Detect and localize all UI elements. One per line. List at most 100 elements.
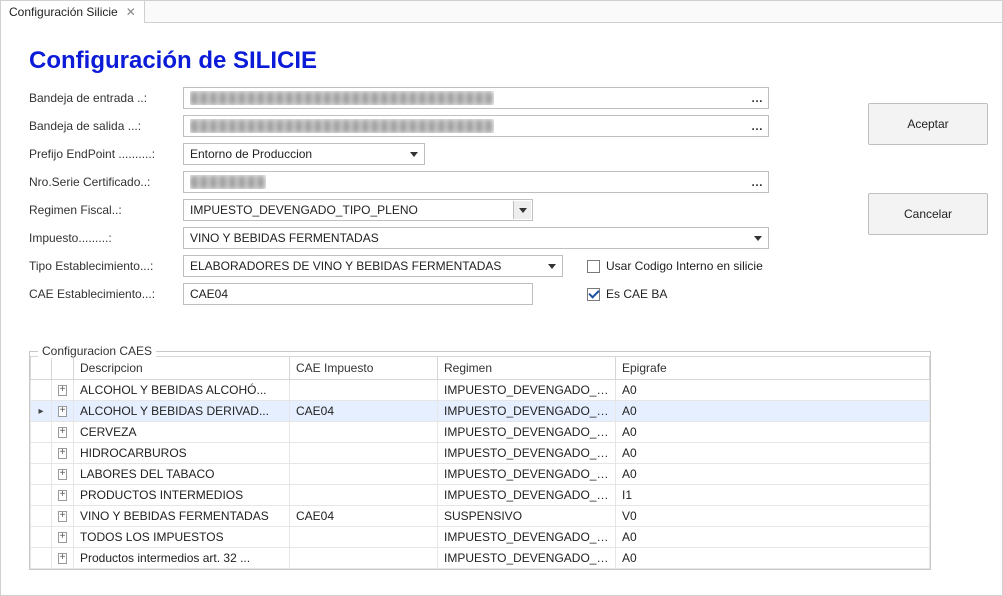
table-row[interactable]: + PRODUCTOS INTERMEDIOS IMPUESTO_DEVENGADO… xyxy=(30,485,930,506)
usar-codigo-interno-check[interactable]: Usar Codigo Interno en silicie xyxy=(587,259,763,273)
cell-cae-impuesto[interactable] xyxy=(290,527,438,548)
plus-icon[interactable]: + xyxy=(58,385,67,396)
cell-regimen[interactable]: IMPUESTO_DEVENGADO_TIPO_... xyxy=(438,527,616,548)
chevron-down-icon[interactable] xyxy=(513,201,531,219)
cell-epigrafe[interactable]: A0 xyxy=(616,548,930,569)
plus-icon[interactable]: + xyxy=(58,532,67,543)
prefijo-endpoint-value: Entorno de Produccion xyxy=(190,147,312,161)
checkbox-checked-icon[interactable] xyxy=(587,288,600,301)
cell-cae-impuesto[interactable] xyxy=(290,485,438,506)
table-row[interactable]: + CERVEZA IMPUESTO_DEVENGADO_TIPO_...A0 xyxy=(30,422,930,443)
cell-descripcion[interactable]: VINO Y BEBIDAS FERMENTADAS xyxy=(74,506,290,527)
close-icon[interactable]: ✕ xyxy=(126,6,136,18)
cell-regimen[interactable]: IMPUESTO_DEVENGADO_TIPO_... xyxy=(438,464,616,485)
cell-cae-impuesto[interactable]: CAE04 xyxy=(290,401,438,422)
cell-cae-impuesto[interactable]: CAE04 xyxy=(290,506,438,527)
header-cae-impuesto[interactable]: CAE Impuesto xyxy=(290,356,438,380)
cell-cae-impuesto[interactable] xyxy=(290,380,438,401)
ellipsis-icon[interactable]: … xyxy=(747,173,767,191)
impuesto-value: VINO Y BEBIDAS FERMENTADAS xyxy=(190,231,379,245)
row-indicator xyxy=(30,506,52,527)
plus-icon[interactable]: + xyxy=(58,448,67,459)
plus-icon[interactable]: + xyxy=(58,553,67,564)
label-nro-serie-cert: Nro.Serie Certificado..: xyxy=(29,175,179,189)
table-row[interactable]: + HIDROCARBUROS IMPUESTO_DEVENGADO_TIPO_..… xyxy=(30,443,930,464)
nro-serie-cert-input[interactable]: ████████ … xyxy=(183,171,769,193)
prefijo-endpoint-select[interactable]: Entorno de Produccion xyxy=(183,143,425,165)
checkbox-icon[interactable] xyxy=(587,260,600,273)
expander-cell: + xyxy=(52,506,74,527)
plus-icon[interactable]: + xyxy=(58,406,67,417)
plus-icon[interactable]: + xyxy=(58,427,67,438)
cell-epigrafe[interactable]: V0 xyxy=(616,506,930,527)
cell-epigrafe[interactable]: A0 xyxy=(616,443,930,464)
plus-icon[interactable]: + xyxy=(58,469,67,480)
cell-regimen[interactable]: IMPUESTO_DEVENGADO_TIPO_... xyxy=(438,422,616,443)
impuesto-select[interactable]: VINO Y BEBIDAS FERMENTADAS xyxy=(183,227,769,249)
cell-regimen[interactable]: IMPUESTO_DEVENGADO_TIPO_... xyxy=(438,485,616,506)
tipo-establecimiento-select[interactable]: ELABORADORES DE VINO Y BEBIDAS FERMENTAD… xyxy=(183,255,563,277)
expander-cell: + xyxy=(52,485,74,506)
header-epigrafe[interactable]: Epigrafe xyxy=(616,356,930,380)
cell-descripcion[interactable]: ALCOHOL Y BEBIDAS ALCOHÓ... xyxy=(74,380,290,401)
header-descripcion[interactable]: Descripcion xyxy=(74,356,290,380)
label-regimen-fiscal: Regimen Fiscal..: xyxy=(29,203,179,217)
table-row[interactable]: + TODOS LOS IMPUESTOS IMPUESTO_DEVENGADO_T… xyxy=(30,527,930,548)
cell-descripcion[interactable]: TODOS LOS IMPUESTOS xyxy=(74,527,290,548)
cell-descripcion[interactable]: LABORES DEL TABACO xyxy=(74,464,290,485)
cell-regimen[interactable]: IMPUESTO_DEVENGADO_TIPO_... xyxy=(438,401,616,422)
table-row[interactable]: ▸ + ALCOHOL Y BEBIDAS DERIVAD...CAE04IMPUE… xyxy=(30,401,930,422)
table-row[interactable]: + ALCOHOL Y BEBIDAS ALCOHÓ... IMPUESTO_DEV… xyxy=(30,380,930,401)
cell-epigrafe[interactable]: A0 xyxy=(616,422,930,443)
cell-descripcion[interactable]: PRODUCTOS INTERMEDIOS xyxy=(74,485,290,506)
cell-descripcion[interactable]: Productos intermedios art. 32 ... xyxy=(74,548,290,569)
cell-descripcion[interactable]: ALCOHOL Y BEBIDAS DERIVAD... xyxy=(74,401,290,422)
cell-cae-impuesto[interactable] xyxy=(290,548,438,569)
regimen-fiscal-select[interactable]: IMPUESTO_DEVENGADO_TIPO_PLENO xyxy=(183,199,533,221)
ellipsis-icon[interactable]: … xyxy=(747,117,767,135)
ellipsis-icon[interactable]: … xyxy=(747,89,767,107)
plus-icon[interactable]: + xyxy=(58,490,67,501)
cell-cae-impuesto[interactable] xyxy=(290,422,438,443)
es-cae-ba-check[interactable]: Es CAE BA xyxy=(587,287,667,301)
cell-cae-impuesto[interactable] xyxy=(290,464,438,485)
grid-header: Descripcion CAE Impuesto Regimen Epigraf… xyxy=(30,356,930,380)
caes-grid[interactable]: Descripcion CAE Impuesto Regimen Epigraf… xyxy=(30,356,930,569)
expander-cell: + xyxy=(52,548,74,569)
header-regimen[interactable]: Regimen xyxy=(438,356,616,380)
cell-cae-impuesto[interactable] xyxy=(290,443,438,464)
button-label: Aceptar xyxy=(907,117,948,131)
chevron-down-icon[interactable] xyxy=(749,229,767,247)
regimen-fiscal-value: IMPUESTO_DEVENGADO_TIPO_PLENO xyxy=(190,203,418,217)
cell-epigrafe[interactable]: A0 xyxy=(616,464,930,485)
form-area: Bandeja de entrada ..: █████████████████… xyxy=(29,87,1002,305)
expander-cell: + xyxy=(52,443,74,464)
label-bandeja-entrada: Bandeja de entrada ..: xyxy=(29,91,179,105)
cell-epigrafe[interactable]: A0 xyxy=(616,401,930,422)
aceptar-button[interactable]: Aceptar xyxy=(868,103,988,145)
bandeja-salida-input[interactable]: ████████████████████████████████ … xyxy=(183,115,769,137)
cell-epigrafe[interactable]: I1 xyxy=(616,485,930,506)
cell-descripcion[interactable]: HIDROCARBUROS xyxy=(74,443,290,464)
plus-icon[interactable]: + xyxy=(58,511,67,522)
cae-establecimiento-input[interactable]: CAE04 xyxy=(183,283,533,305)
table-row[interactable]: + VINO Y BEBIDAS FERMENTADASCAE04SUSPENSI… xyxy=(30,506,930,527)
cell-regimen[interactable]: SUSPENSIVO xyxy=(438,506,616,527)
cancelar-button[interactable]: Cancelar xyxy=(868,193,988,235)
table-row[interactable]: + LABORES DEL TABACO IMPUESTO_DEVENGADO_TI… xyxy=(30,464,930,485)
cell-regimen[interactable]: IMPUESTO_DEVENGADO_TIPO_... xyxy=(438,380,616,401)
chevron-down-icon[interactable] xyxy=(405,145,423,163)
cell-regimen[interactable]: IMPUESTO_DEVENGADO_TIPO_... xyxy=(438,548,616,569)
cell-epigrafe[interactable]: A0 xyxy=(616,380,930,401)
bandeja-entrada-input[interactable]: ████████████████████████████████ … xyxy=(183,87,769,109)
cell-regimen[interactable]: IMPUESTO_DEVENGADO_TIPO_... xyxy=(438,443,616,464)
cell-descripcion[interactable]: CERVEZA xyxy=(74,422,290,443)
chevron-down-icon[interactable] xyxy=(543,257,561,275)
row-indicator: ▸ xyxy=(30,401,52,422)
table-row[interactable]: + Productos intermedios art. 32 ... IMPUES… xyxy=(30,548,930,569)
tab-configuracion-silicie[interactable]: Configuración Silicie ✕ xyxy=(1,1,145,23)
expander-cell: + xyxy=(52,527,74,548)
check-label: Es CAE BA xyxy=(606,287,667,301)
label-impuesto: Impuesto.........: xyxy=(29,231,179,245)
cell-epigrafe[interactable]: A0 xyxy=(616,527,930,548)
